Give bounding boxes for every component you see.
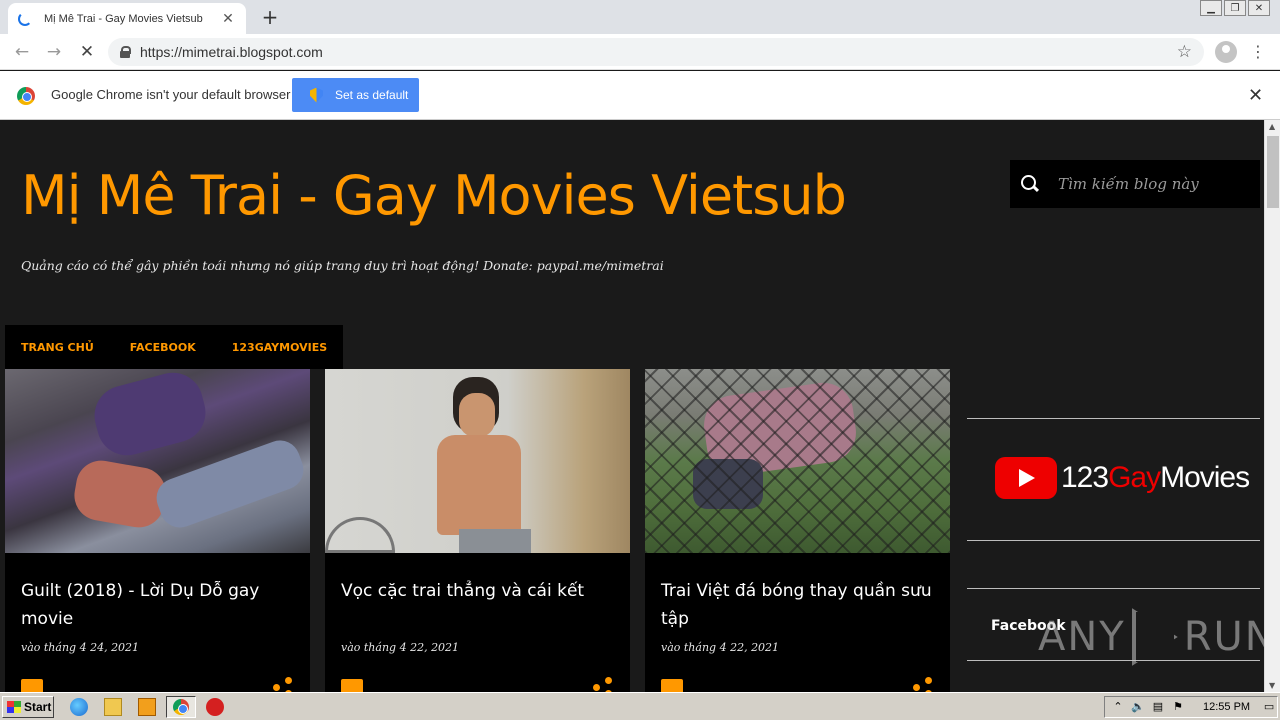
- nav-link-home[interactable]: TRANG CHỦ: [21, 341, 94, 354]
- post-date: vào tháng 4 22, 2021: [661, 641, 780, 654]
- browser-tab[interactable]: Mị Mê Trai - Gay Movies Vietsub ✕: [8, 3, 246, 34]
- comment-icon[interactable]: [21, 679, 43, 692]
- post-date: vào tháng 4 22, 2021: [341, 641, 460, 654]
- blog-page: Mị Mê Trai - Gay Movies Vietsub Quảng cá…: [0, 120, 1264, 692]
- windows-flag-icon: [7, 701, 21, 713]
- watermark-play-icon: [1131, 608, 1178, 666]
- sidebar-divider: [967, 588, 1260, 589]
- comment-icon[interactable]: [341, 679, 363, 692]
- forward-arrow-icon[interactable]: →: [42, 40, 66, 64]
- back-arrow-icon[interactable]: ←: [10, 40, 34, 64]
- post-card[interactable]: Vọc cặc trai thẳng và cái kết vào tháng …: [325, 369, 630, 692]
- post-title[interactable]: Guilt (2018) - Lời Dụ Dỗ gay movie: [21, 577, 301, 633]
- infobar-close-icon[interactable]: ✕: [1248, 85, 1263, 106]
- profile-avatar-icon[interactable]: [1215, 41, 1237, 63]
- stop-loading-icon[interactable]: ✕: [75, 40, 99, 64]
- logo-text: 123GayMovies: [1061, 461, 1250, 494]
- tab-close-icon[interactable]: ✕: [220, 11, 236, 27]
- flag-icon[interactable]: ⚑: [1171, 700, 1185, 714]
- set-as-default-label: Set as default: [335, 88, 409, 102]
- chrome-logo-icon: [17, 87, 35, 105]
- 123gaymovies-logo[interactable]: 123GayMovies: [995, 457, 1250, 499]
- search-input[interactable]: [1058, 175, 1228, 193]
- loading-spinner-icon: [18, 11, 32, 26]
- infobar-message: Google Chrome isn't your default browser: [51, 87, 291, 102]
- anyrun-watermark: ANY RUN: [1038, 608, 1264, 666]
- nav-link-facebook[interactable]: FACEBOOK: [130, 341, 196, 354]
- minimize-button[interactable]: ▁: [1200, 0, 1222, 16]
- system-tray: ⌃ 🔈 ▤ ⚑ 12:55 PM ▭: [1104, 696, 1278, 718]
- blog-title[interactable]: Mị Mê Trai - Gay Movies Vietsub: [21, 164, 847, 227]
- windows-taskbar: Start ⌃ 🔈 ▤ ⚑ 12:55 PM ▭: [0, 692, 1280, 720]
- taskbar-chrome-button[interactable]: [166, 696, 196, 718]
- post-thumbnail[interactable]: [5, 369, 310, 553]
- youtube-play-icon: [995, 457, 1057, 499]
- post-title[interactable]: Vọc cặc trai thẳng và cái kết: [341, 577, 621, 605]
- post-title[interactable]: Trai Việt đá bóng thay quần sưu tập: [661, 577, 941, 633]
- share-icon[interactable]: [593, 677, 613, 692]
- blog-search: [1010, 160, 1260, 208]
- sidebar-divider: [967, 540, 1260, 541]
- stop-app-icon[interactable]: [206, 698, 224, 716]
- menu-kebab-icon[interactable]: ⋮: [1250, 40, 1266, 64]
- post-card[interactable]: Trai Việt đá bóng thay quần sưu tập vào …: [645, 369, 950, 692]
- blog-description: Quảng cáo có thể gây phiền toái nhưng nó…: [21, 258, 664, 273]
- uac-shield-icon: [310, 87, 323, 103]
- scroll-thumb[interactable]: [1267, 136, 1279, 208]
- internet-explorer-icon[interactable]: [70, 698, 88, 716]
- browser-toolbar: ← → ✕ https://mimetrai.blogspot.com ☆ ⋮: [0, 34, 1280, 70]
- scroll-down-arrow-icon[interactable]: ▼: [1269, 681, 1275, 690]
- post-thumbnail[interactable]: [325, 369, 630, 553]
- browser-titlebar: Mị Mê Trai - Gay Movies Vietsub ✕ + ▁ ❐ …: [0, 0, 1280, 34]
- blog-nav-menu: TRANG CHỦ FACEBOOK 123GAYMOVIES: [5, 325, 344, 369]
- tab-title: Mị Mê Trai - Gay Movies Vietsub: [44, 12, 203, 25]
- url-text[interactable]: https://mimetrai.blogspot.com: [140, 44, 1177, 60]
- bookmark-star-icon[interactable]: ☆: [1177, 42, 1192, 62]
- show-desktop-icon[interactable]: ▭: [1262, 700, 1276, 714]
- comment-icon[interactable]: [661, 679, 683, 692]
- network-icon[interactable]: ▤: [1151, 700, 1165, 714]
- post-card[interactable]: Guilt (2018) - Lời Dụ Dỗ gay movie vào t…: [5, 369, 310, 692]
- lock-icon[interactable]: [120, 46, 131, 58]
- scroll-up-arrow-icon[interactable]: ▲: [1269, 122, 1275, 131]
- new-tab-button[interactable]: +: [258, 5, 282, 29]
- chrome-logo-icon: [173, 699, 189, 715]
- default-browser-infobar: Google Chrome isn't your default browser…: [0, 71, 1280, 120]
- tray-expand-icon[interactable]: ⌃: [1111, 700, 1125, 714]
- folder-icon[interactable]: [104, 698, 122, 716]
- post-date: vào tháng 4 24, 2021: [21, 641, 140, 654]
- search-icon[interactable]: [1020, 174, 1040, 194]
- volume-icon[interactable]: 🔈: [1131, 700, 1145, 714]
- address-bar[interactable]: https://mimetrai.blogspot.com ☆: [108, 38, 1204, 66]
- sidebar-divider: [967, 418, 1260, 419]
- page-scrollbar[interactable]: ▲ ▼: [1264, 120, 1280, 692]
- taskbar-clock[interactable]: 12:55 PM: [1203, 701, 1250, 713]
- share-icon[interactable]: [913, 677, 933, 692]
- start-button[interactable]: Start: [2, 696, 54, 718]
- window-controls: ▁ ❐ ✕: [1200, 0, 1270, 16]
- start-label: Start: [24, 700, 52, 714]
- nav-link-123gaymovies[interactable]: 123GAYMOVIES: [232, 341, 327, 354]
- set-as-default-button[interactable]: Set as default: [292, 78, 419, 112]
- share-icon[interactable]: [273, 677, 293, 692]
- close-window-button[interactable]: ✕: [1248, 0, 1270, 16]
- post-thumbnail[interactable]: [645, 369, 950, 553]
- maximize-button[interactable]: ❐: [1224, 0, 1246, 16]
- media-player-icon[interactable]: [138, 698, 156, 716]
